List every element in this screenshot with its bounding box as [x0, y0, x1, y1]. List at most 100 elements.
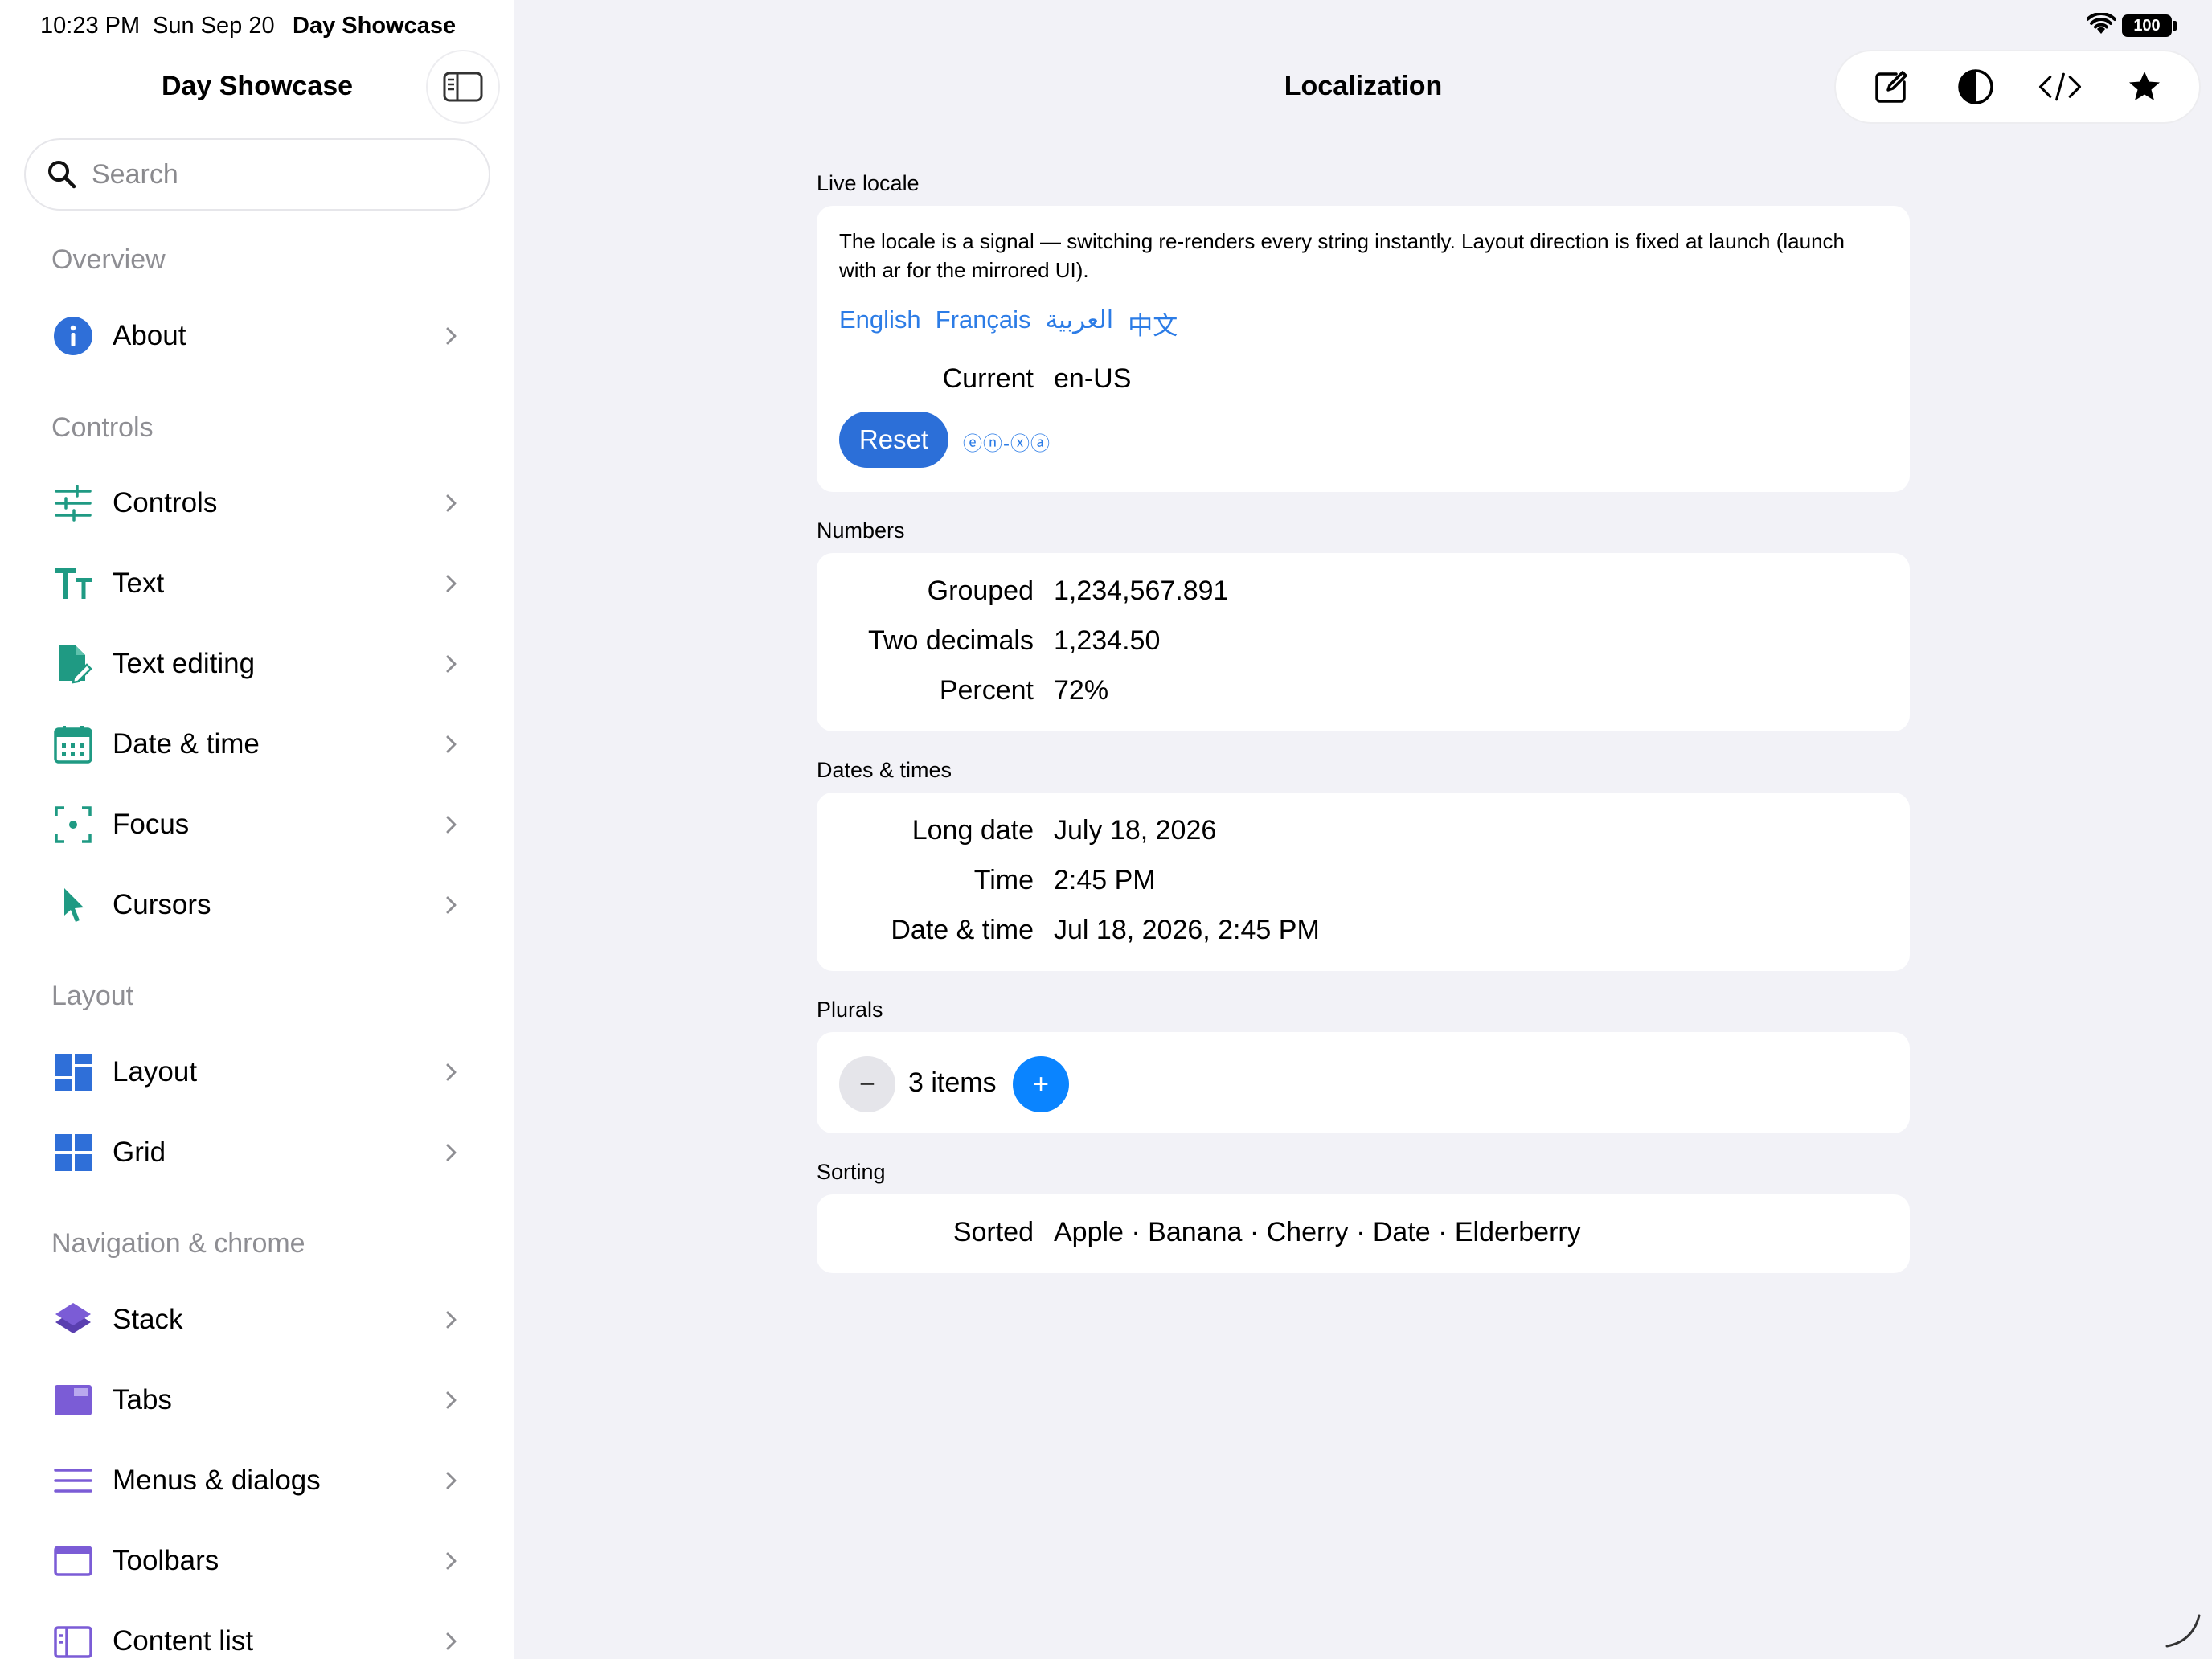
sidebar-toggle-button[interactable]: [426, 50, 500, 124]
sidebar-item-menus-dialogs[interactable]: Menus & dialogs: [40, 1444, 474, 1517]
status-time: 10:23 PM: [40, 13, 141, 39]
status-bar: 10:23 PM Sun Sep 20 Day Showcase 100: [0, 0, 2212, 51]
sidebar-item-label: Text editing: [113, 648, 256, 679]
status-app-name: Day Showcase: [293, 13, 457, 39]
sidebar-item-label: Grid: [113, 1137, 166, 1168]
sliders-icon: [53, 483, 93, 523]
section-header-overview: Overview: [51, 244, 166, 275]
sidebar-item-label: Menus & dialogs: [113, 1464, 321, 1496]
star-icon: [2128, 72, 2160, 100]
tabs-icon: [53, 1380, 93, 1420]
layout-icon: [53, 1052, 93, 1092]
increment-button[interactable]: +: [1013, 1056, 1069, 1112]
sidebar-item-label: Text: [113, 567, 165, 599]
language-link-english[interactable]: English: [839, 305, 921, 342]
sidebar-item-layout[interactable]: Layout: [40, 1036, 474, 1108]
chevron-right-icon: [446, 735, 457, 753]
sidebar-item-tabs[interactable]: Tabs: [40, 1364, 474, 1436]
language-link-chinese[interactable]: 中文: [1128, 305, 1178, 342]
sidebar-item-label: Focus: [113, 809, 190, 840]
grouped-value: 1,234,567.891: [1054, 576, 1229, 606]
reset-button[interactable]: Reset: [839, 412, 948, 468]
plurals-card: − 3 items +: [817, 1032, 1910, 1133]
chevron-right-icon: [446, 816, 457, 834]
toolbar: [1834, 50, 2201, 124]
sidebar-item-text-editing[interactable]: Text editing: [40, 628, 474, 700]
live-locale-card: The locale is a signal — switching re-re…: [817, 206, 1910, 492]
chevron-right-icon: [446, 327, 457, 345]
sidebar-item-text[interactable]: Text: [40, 547, 474, 620]
sidebar-item-toolbars[interactable]: Toolbars: [40, 1525, 474, 1597]
sidebar-item-label: Toolbars: [113, 1545, 219, 1576]
long-date-label: Long date: [911, 815, 1034, 846]
focus-icon: [53, 805, 93, 845]
section-header-controls: Controls: [51, 412, 154, 443]
search-icon: [48, 161, 76, 189]
dates-card: Long date July 18, 2026 Time 2:45 PM Dat…: [817, 793, 1910, 971]
sidebar-item-date-time[interactable]: Date & time: [40, 708, 474, 780]
status-date: Sun Sep 20: [153, 13, 275, 39]
chevron-right-icon: [446, 655, 457, 673]
percent-value: 72%: [1054, 675, 1109, 706]
code-button[interactable]: [2038, 64, 2083, 109]
favorite-button[interactable]: [2122, 64, 2167, 109]
time-label: Time: [973, 865, 1034, 895]
sorted-label: Sorted: [952, 1217, 1034, 1247]
chevron-right-icon: [446, 1311, 457, 1329]
resize-handle-icon[interactable]: [2162, 1609, 2202, 1649]
contrast-button[interactable]: [1953, 64, 1998, 109]
grouped-label: Grouped: [927, 576, 1034, 606]
section-header-layout: Layout: [51, 981, 134, 1011]
code-icon: [2038, 72, 2081, 101]
chevron-right-icon: [446, 1472, 457, 1489]
chevron-right-icon: [446, 1144, 457, 1161]
date-time-value: Jul 18, 2026, 2:45 PM: [1054, 915, 1320, 945]
sidebar-item-about[interactable]: About: [40, 300, 474, 372]
search-placeholder: Search: [92, 158, 178, 190]
long-date-value: July 18, 2026: [1054, 815, 1217, 846]
sidebar-item-focus[interactable]: Focus: [40, 789, 474, 861]
two-decimals-label: Two decimals: [868, 625, 1034, 656]
compose-button[interactable]: [1869, 64, 1914, 109]
sorted-value: Apple · Banana · Cherry · Date · Elderbe…: [1054, 1217, 1581, 1247]
menu-icon: [53, 1460, 93, 1501]
numbers-card: Grouped 1,234,567.891 Two decimals 1,234…: [817, 553, 1910, 731]
contrast-icon: [1957, 69, 1993, 104]
sidebar-item-content-list[interactable]: Content list: [40, 1605, 474, 1659]
section-header-navigation: Navigation & chrome: [51, 1228, 305, 1259]
content-list-icon: [53, 1621, 93, 1659]
current-locale-label: Current: [942, 363, 1034, 394]
sidebar-toggle-icon: [443, 72, 483, 102]
current-locale-value: en-US: [1054, 363, 1132, 394]
compose-icon: [1874, 71, 1907, 103]
chevron-right-icon: [446, 1552, 457, 1570]
search-field[interactable]: Search: [24, 138, 490, 211]
pseudo-locale-caption: ⓔⓝ-ⓧⓐ: [963, 433, 1051, 455]
decrement-button[interactable]: −: [839, 1056, 895, 1112]
language-link-french[interactable]: Français: [936, 305, 1031, 342]
sidebar-item-label: Date & time: [113, 728, 260, 760]
grid-icon: [53, 1133, 93, 1173]
document-edit-icon: [53, 644, 93, 684]
calendar-icon: [53, 724, 93, 764]
sidebar-item-label: Content list: [113, 1625, 254, 1657]
chevron-right-icon: [446, 494, 457, 512]
percent-label: Percent: [939, 675, 1034, 706]
chevron-right-icon: [446, 575, 457, 592]
date-time-label: Date & time: [891, 915, 1034, 945]
sidebar-item-label: Cursors: [113, 889, 211, 920]
sidebar-item-cursors[interactable]: Cursors: [40, 869, 474, 941]
wifi-icon: [2087, 13, 2116, 34]
text-size-icon: [53, 563, 93, 604]
language-links: English Français العربية 中文: [839, 305, 1178, 342]
sidebar-item-controls[interactable]: Controls: [40, 467, 474, 539]
sidebar-item-grid[interactable]: Grid: [40, 1116, 474, 1189]
section-label-sorting: Sorting: [817, 1160, 886, 1184]
section-label-numbers: Numbers: [817, 518, 905, 543]
section-label-plurals: Plurals: [817, 997, 883, 1022]
language-link-arabic[interactable]: العربية: [1046, 305, 1114, 342]
sidebar: Day Showcase Search Overview About Contr…: [0, 0, 514, 1659]
time-value: 2:45 PM: [1054, 865, 1156, 895]
sidebar-item-stack[interactable]: Stack: [40, 1284, 474, 1356]
chevron-right-icon: [446, 1391, 457, 1409]
